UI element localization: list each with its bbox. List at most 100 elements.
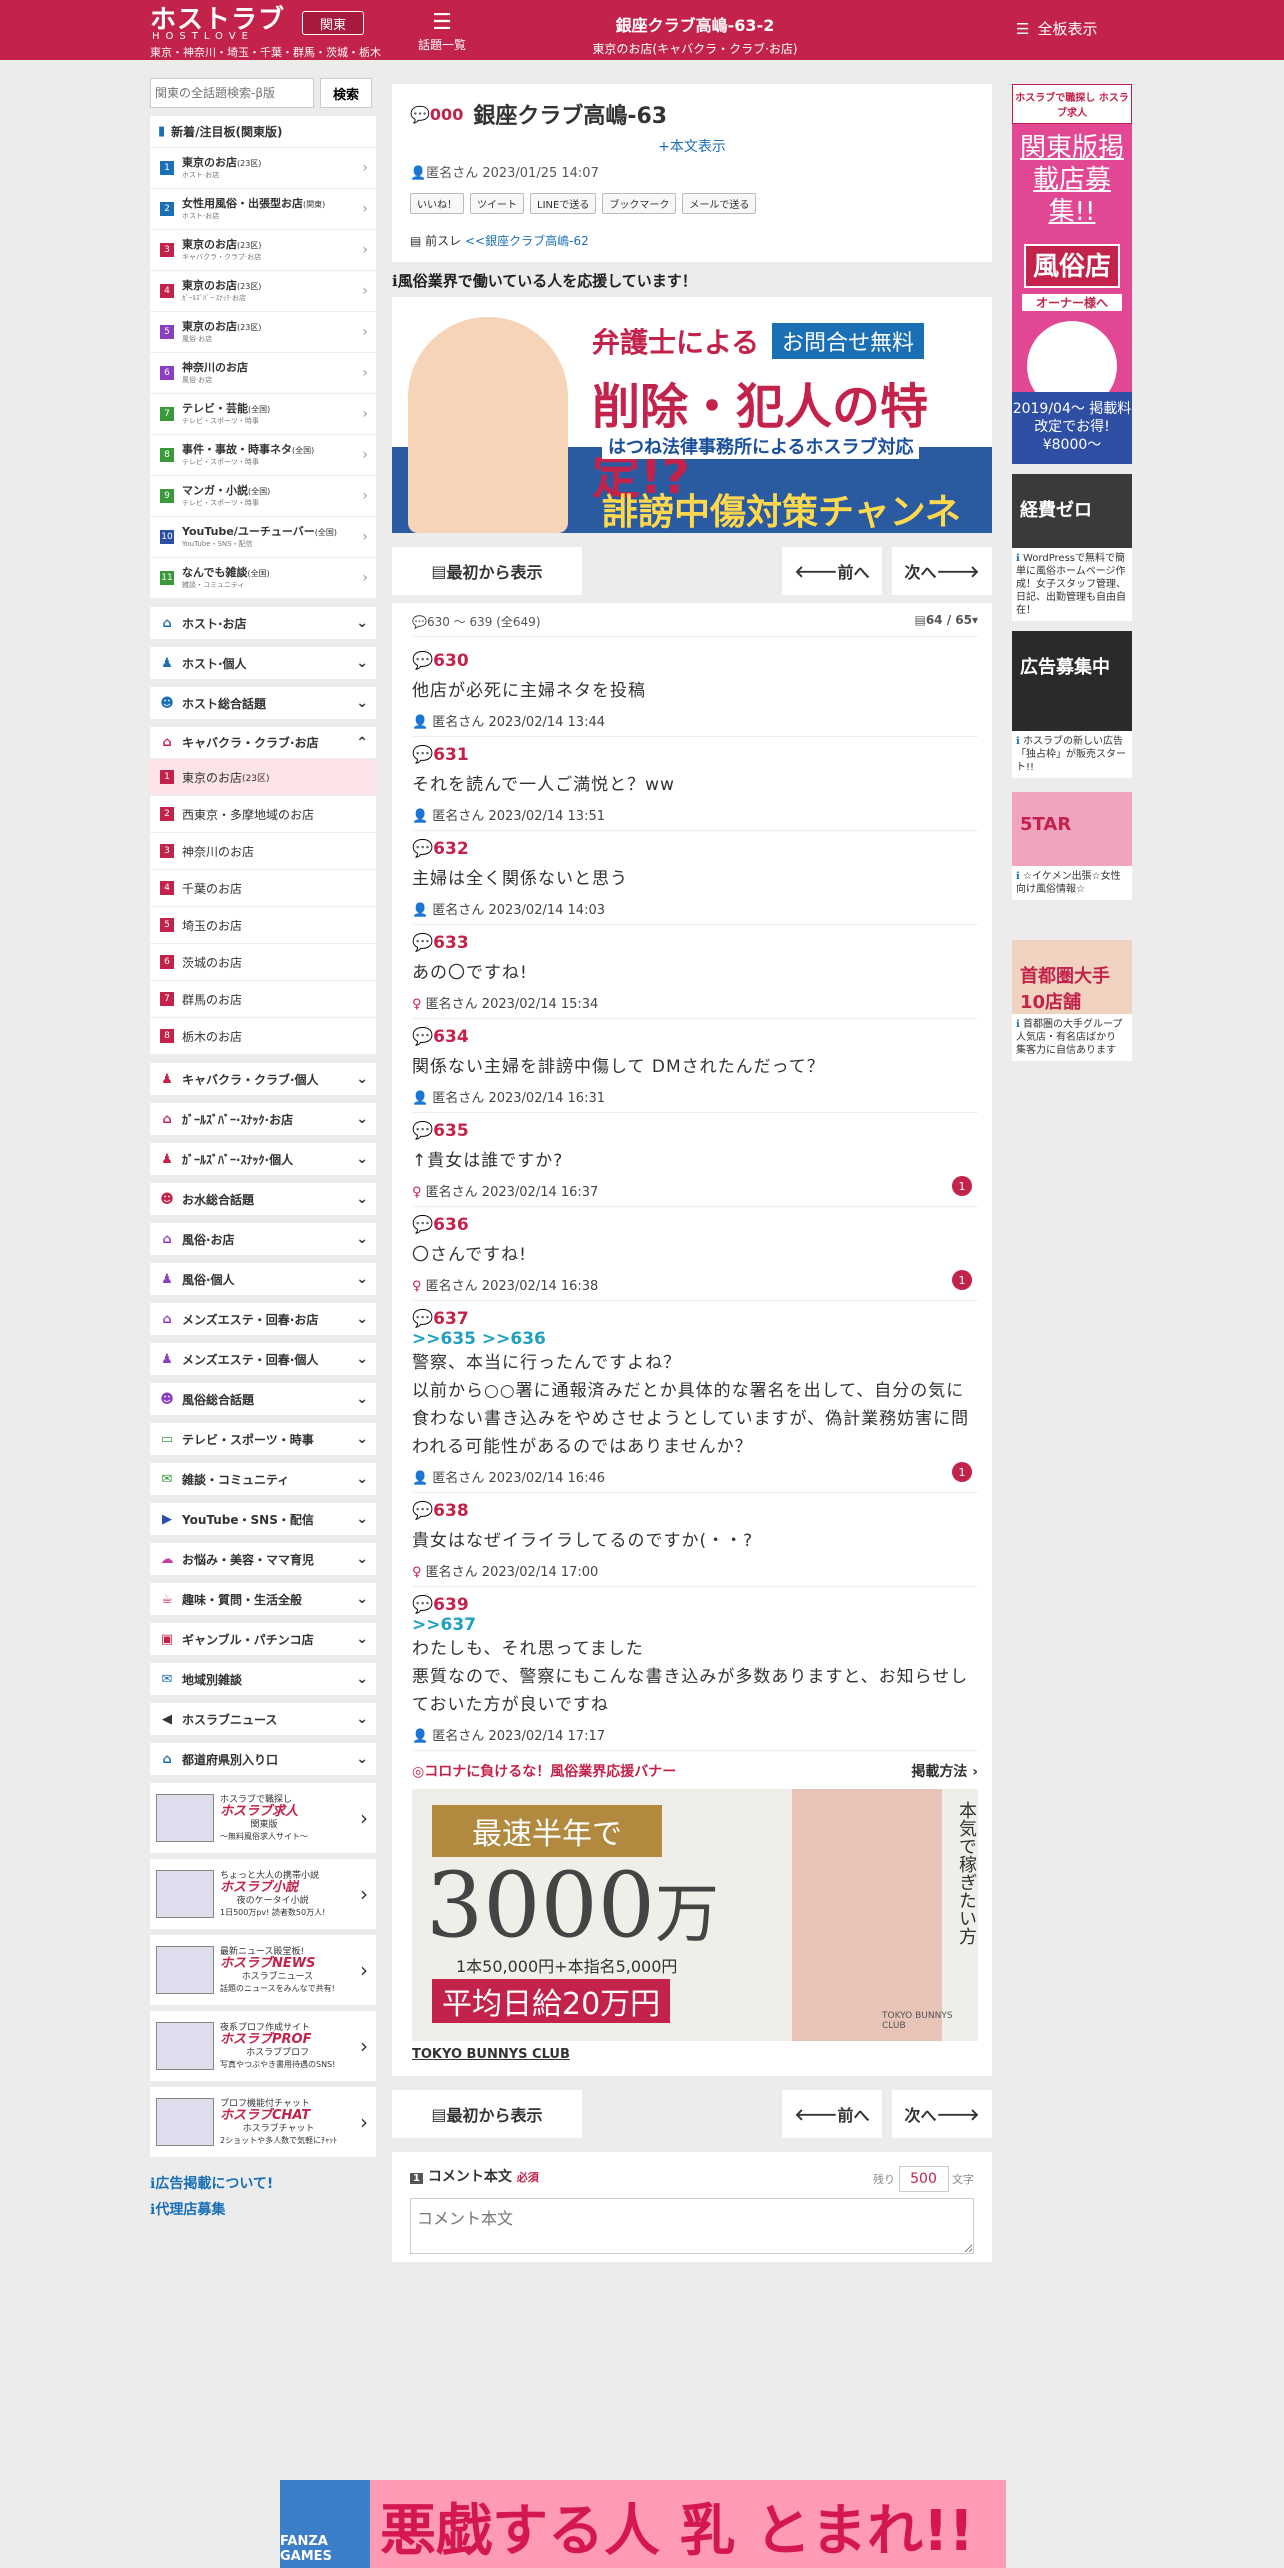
category-item[interactable]: ⌂ 風俗·お店 ⌄ [150,1223,376,1255]
prev-page-button-bottom[interactable]: 🡐 前へ [782,2090,882,2138]
sub-board-item[interactable]: 1 東京のお店 (23区) [150,759,376,796]
reply-count-badge[interactable]: 1 [952,1270,972,1290]
topics-list-button[interactable]: ☰ 話題一覧 [412,10,472,53]
post-number[interactable]: 💬632 [412,839,978,859]
category-item[interactable]: ♟ 風俗·個人 ⌄ [150,1263,376,1295]
new-board-item[interactable]: 2 女性用風俗・出張型お店(関東) ホスト·お店 › [150,189,376,230]
sub-board-item[interactable]: 3 神奈川のお店 [150,833,376,870]
new-board-item[interactable]: 5 東京のお店(23区) 風俗·お店 › [150,312,376,353]
category-label: 地域別雑談 [182,1672,243,1687]
reply-anchor[interactable]: >>635 >>636 [412,1329,978,1349]
line-send-button[interactable]: LINEで送る [530,193,597,214]
category-item[interactable]: ⌂ ホスト·お店 ⌄ [150,607,376,639]
show-from-start-button[interactable]: ▤ 最初から表示 [392,547,582,595]
post-number[interactable]: 💬630 [412,651,978,671]
post-number[interactable]: 💬633 [412,933,978,953]
bookmark-button[interactable]: ブックマーク [602,193,677,214]
category-item[interactable]: ☁ お悩み・美容・ママ育児 ⌄ [150,1543,376,1575]
sub-board-item[interactable]: 2 西東京・多摩地域のお店 [150,796,376,833]
next-page-button[interactable]: 次へ 🡒 [892,547,992,595]
new-board-item[interactable]: 11 なんでも雑談(全国) 雑談・コミュニティ › [150,558,376,599]
sub-board-item[interactable]: 5 埼玉のお店 [150,907,376,944]
service-promo[interactable]: ホスラブで職探し ホスラブ求人 関東版 〜無料風俗求人サイト〜 › [150,1783,376,1853]
show-body-link[interactable]: +本文表示 [410,136,974,156]
reply-count-badge[interactable]: 1 [952,1176,972,1196]
category-item[interactable]: ◀ ホスラブニュース ⌄ [150,1703,376,1735]
chevron-right-icon: › [360,2034,368,2058]
service-promo[interactable]: ちょっと大人の携帯小説 ホスラブ小説 夜のケータイ小説 1日500万pv! 読者数50… [150,1859,376,1929]
new-board-item[interactable]: 1 東京のお店(23区) ホスト·お店 › [150,148,376,189]
category-item[interactable]: ⌂ 都道府県別入り口 ⌄ [150,1743,376,1775]
new-board-item[interactable]: 8 事件・事故・時事ネタ(全国) テレビ・スポーツ・時事 › [150,435,376,476]
post-number[interactable]: 💬631 [412,745,978,765]
new-board-item[interactable]: 6 神奈川のお店 風俗·お店 › [150,353,376,394]
defamation-banner[interactable]: 弁護士による お問合せ無料 削除・犯人の特定!? はつね法律事務所によるホスラブ… [392,297,992,533]
category-cabaret-shop[interactable]: ⌂ キャバクラ・クラブ·お店 ⌃ [150,727,376,759]
post-number[interactable]: 💬636 [412,1215,978,1235]
category-item[interactable]: ⌂ ｶﾞｰﾙｽﾞﾊﾞｰ·ｽﾅｯｸ·お店 ⌄ [150,1103,376,1135]
post-number[interactable]: 💬638 [412,1501,978,1521]
mail-send-button[interactable]: メールで送る [682,193,757,214]
sidebar-ad[interactable]: 5TAR ℹ ☆イケメン出張☆女性向け風俗情報☆ [1012,792,1132,900]
service-promo[interactable]: 最新ニュース殿堂板! ホスラブNEWS ホスラブニュース 話題のニュースをみんなで共有… [150,1935,376,2005]
category-item[interactable]: ✉ 地域別雑談 ⌄ [150,1663,376,1695]
reply-count-badge[interactable]: 1 [952,1462,972,1482]
ad-method-link[interactable]: 掲載方法 › [911,1761,978,1781]
tweet-button[interactable]: ツイート [470,193,524,214]
all-boards-button[interactable]: ☰ 全板表示 [1016,18,1097,39]
previous-thread-link[interactable]: <<銀座クラブ高嶋-62 [465,234,589,248]
prev-page-button[interactable]: 🡐 前へ [782,547,882,595]
club-banner-caption[interactable]: TOKYO BUNNYS CLUB [412,2047,978,2062]
category-item[interactable]: ✉ 雑談・コミュニティ ⌄ [150,1463,376,1495]
sub-board-item[interactable]: 8 栃木のお店 [150,1018,376,1055]
new-board-item[interactable]: 4 東京のお店(23区) ｶﾞｰﾙｽﾞﾊﾞｰ·ｽﾅｯｸ·お店 › [150,271,376,312]
next-page-button-bottom[interactable]: 次へ 🡒 [892,2090,992,2138]
category-item[interactable]: ♟ キャバクラ・クラブ·個人 ⌄ [150,1063,376,1095]
category-item[interactable]: ♟ ホスト·個人 ⌄ [150,647,376,679]
recruit-ad[interactable]: ホスラブで職探し ホスラブ求人 関東版掲載店募集!! 風俗店 オーナー様へ 20… [1012,84,1132,464]
main-content: 💬000 銀座クラブ高嶋-63 +本文表示 👤匿名さん 2023/01/25 1… [392,84,992,2262]
reply-anchor[interactable]: >>637 [412,1615,978,1635]
category-item[interactable]: ⌂ メンズエステ・回春·お店 ⌄ [150,1303,376,1335]
service-promo[interactable]: プロフ機能付チャット ホスラブCHAT ホスラブチャット 2ショットや多人数で気軽にﾁ… [150,2087,376,2157]
site-logo[interactable]: ホストラブ [150,7,285,33]
footer-game-banner[interactable]: FANZA GAMES 悪戯する人 乳 とまれ!! [280,2480,1006,2568]
new-board-item[interactable]: 10 YouTube/ユーチューバー(全国) YouTube・SNS・配信 › [150,517,376,558]
category-item[interactable]: ♟ メンズエステ・回春·個人 ⌄ [150,1343,376,1375]
sub-board-item[interactable]: 4 千葉のお店 [150,870,376,907]
sidebar-ad[interactable]: 広告募集中 ℹ ホスラブの新しい広告「独占枠」が販売スタート!! [1012,631,1132,778]
chevron-right-icon: › [362,488,368,504]
category-item[interactable]: ☻ お水総合話題 ⌄ [150,1183,376,1215]
comment-textarea[interactable] [410,2198,974,2254]
sub-board-item[interactable]: 6 茨城のお店 [150,944,376,981]
new-board-item[interactable]: 7 テレビ・芸能(全国) テレビ・スポーツ・時事 › [150,394,376,435]
search-input[interactable] [150,78,314,108]
category-item[interactable]: ▣ ギャンブル・パチンコ店 ⌄ [150,1623,376,1655]
show-from-start-button-bottom[interactable]: ▤ 最初から表示 [392,2090,582,2138]
new-board-item[interactable]: 9 マンガ・小説(全国) テレビ・スポーツ・時事 › [150,476,376,517]
post-number[interactable]: 💬639 [412,1595,978,1615]
page-selector[interactable]: ▤64 / 65▾ [914,613,978,630]
sidebar-ad-caption: ℹ 首都圏の大手グループ 人気店・有名店ばかり 集客力に自信あります [1016,1019,1123,1056]
category-item[interactable]: ♟ ｶﾞｰﾙｽﾞﾊﾞｰ·ｽﾅｯｸ·個人 ⌄ [150,1143,376,1175]
category-item[interactable]: ☻ 風俗総合話題 ⌄ [150,1383,376,1415]
category-item[interactable]: ▭ テレビ・スポーツ・時事 ⌄ [150,1423,376,1455]
sidebar-ad[interactable]: 首都圏大手10店舗 ℹ 首都圏の大手グループ 人気店・有名店ばかり 集客力に自信あ… [1012,940,1132,1061]
area-select-button[interactable]: 関東 [302,11,364,35]
sidebar-ad[interactable]: 経費ゼロ ℹ WordPressで無料で簡単に風俗ホームページ作成！女子スタッフ管… [1012,474,1132,621]
search-button[interactable]: 検索 [320,78,372,108]
category-item[interactable]: ☕ 趣味・質問・生活全般 ⌄ [150,1583,376,1615]
new-board-item[interactable]: 3 東京のお店(23区) キャバクラ・クラブ·お店 › [150,230,376,271]
category-item[interactable]: ☻ ホスト総合話題 ⌄ [150,687,376,719]
agency-recruit-link[interactable]: ℹ代理店募集 [150,2197,376,2223]
post-number[interactable]: 💬634 [412,1027,978,1047]
new-board-label: なんでも雑談 [182,566,248,579]
post-number[interactable]: 💬637 [412,1309,978,1329]
club-banner[interactable]: 最速半年で 3000万 1本50,000円+本指名5,000円 平均日給20万円… [412,1789,978,2041]
category-item[interactable]: ▶ YouTube・SNS・配信 ⌄ [150,1503,376,1535]
facebook-like-button[interactable]: いいね！ [410,193,464,214]
service-promo[interactable]: 夜系プロフ作成サイト ホスラブPROF ホスラブプロフ 写真やつぶやき書用待遇のSNS… [150,2011,376,2081]
post-number[interactable]: 💬635 [412,1121,978,1141]
sub-board-item[interactable]: 7 群馬のお店 [150,981,376,1018]
ad-info-link[interactable]: ℹ広告掲載について! [150,2171,376,2197]
